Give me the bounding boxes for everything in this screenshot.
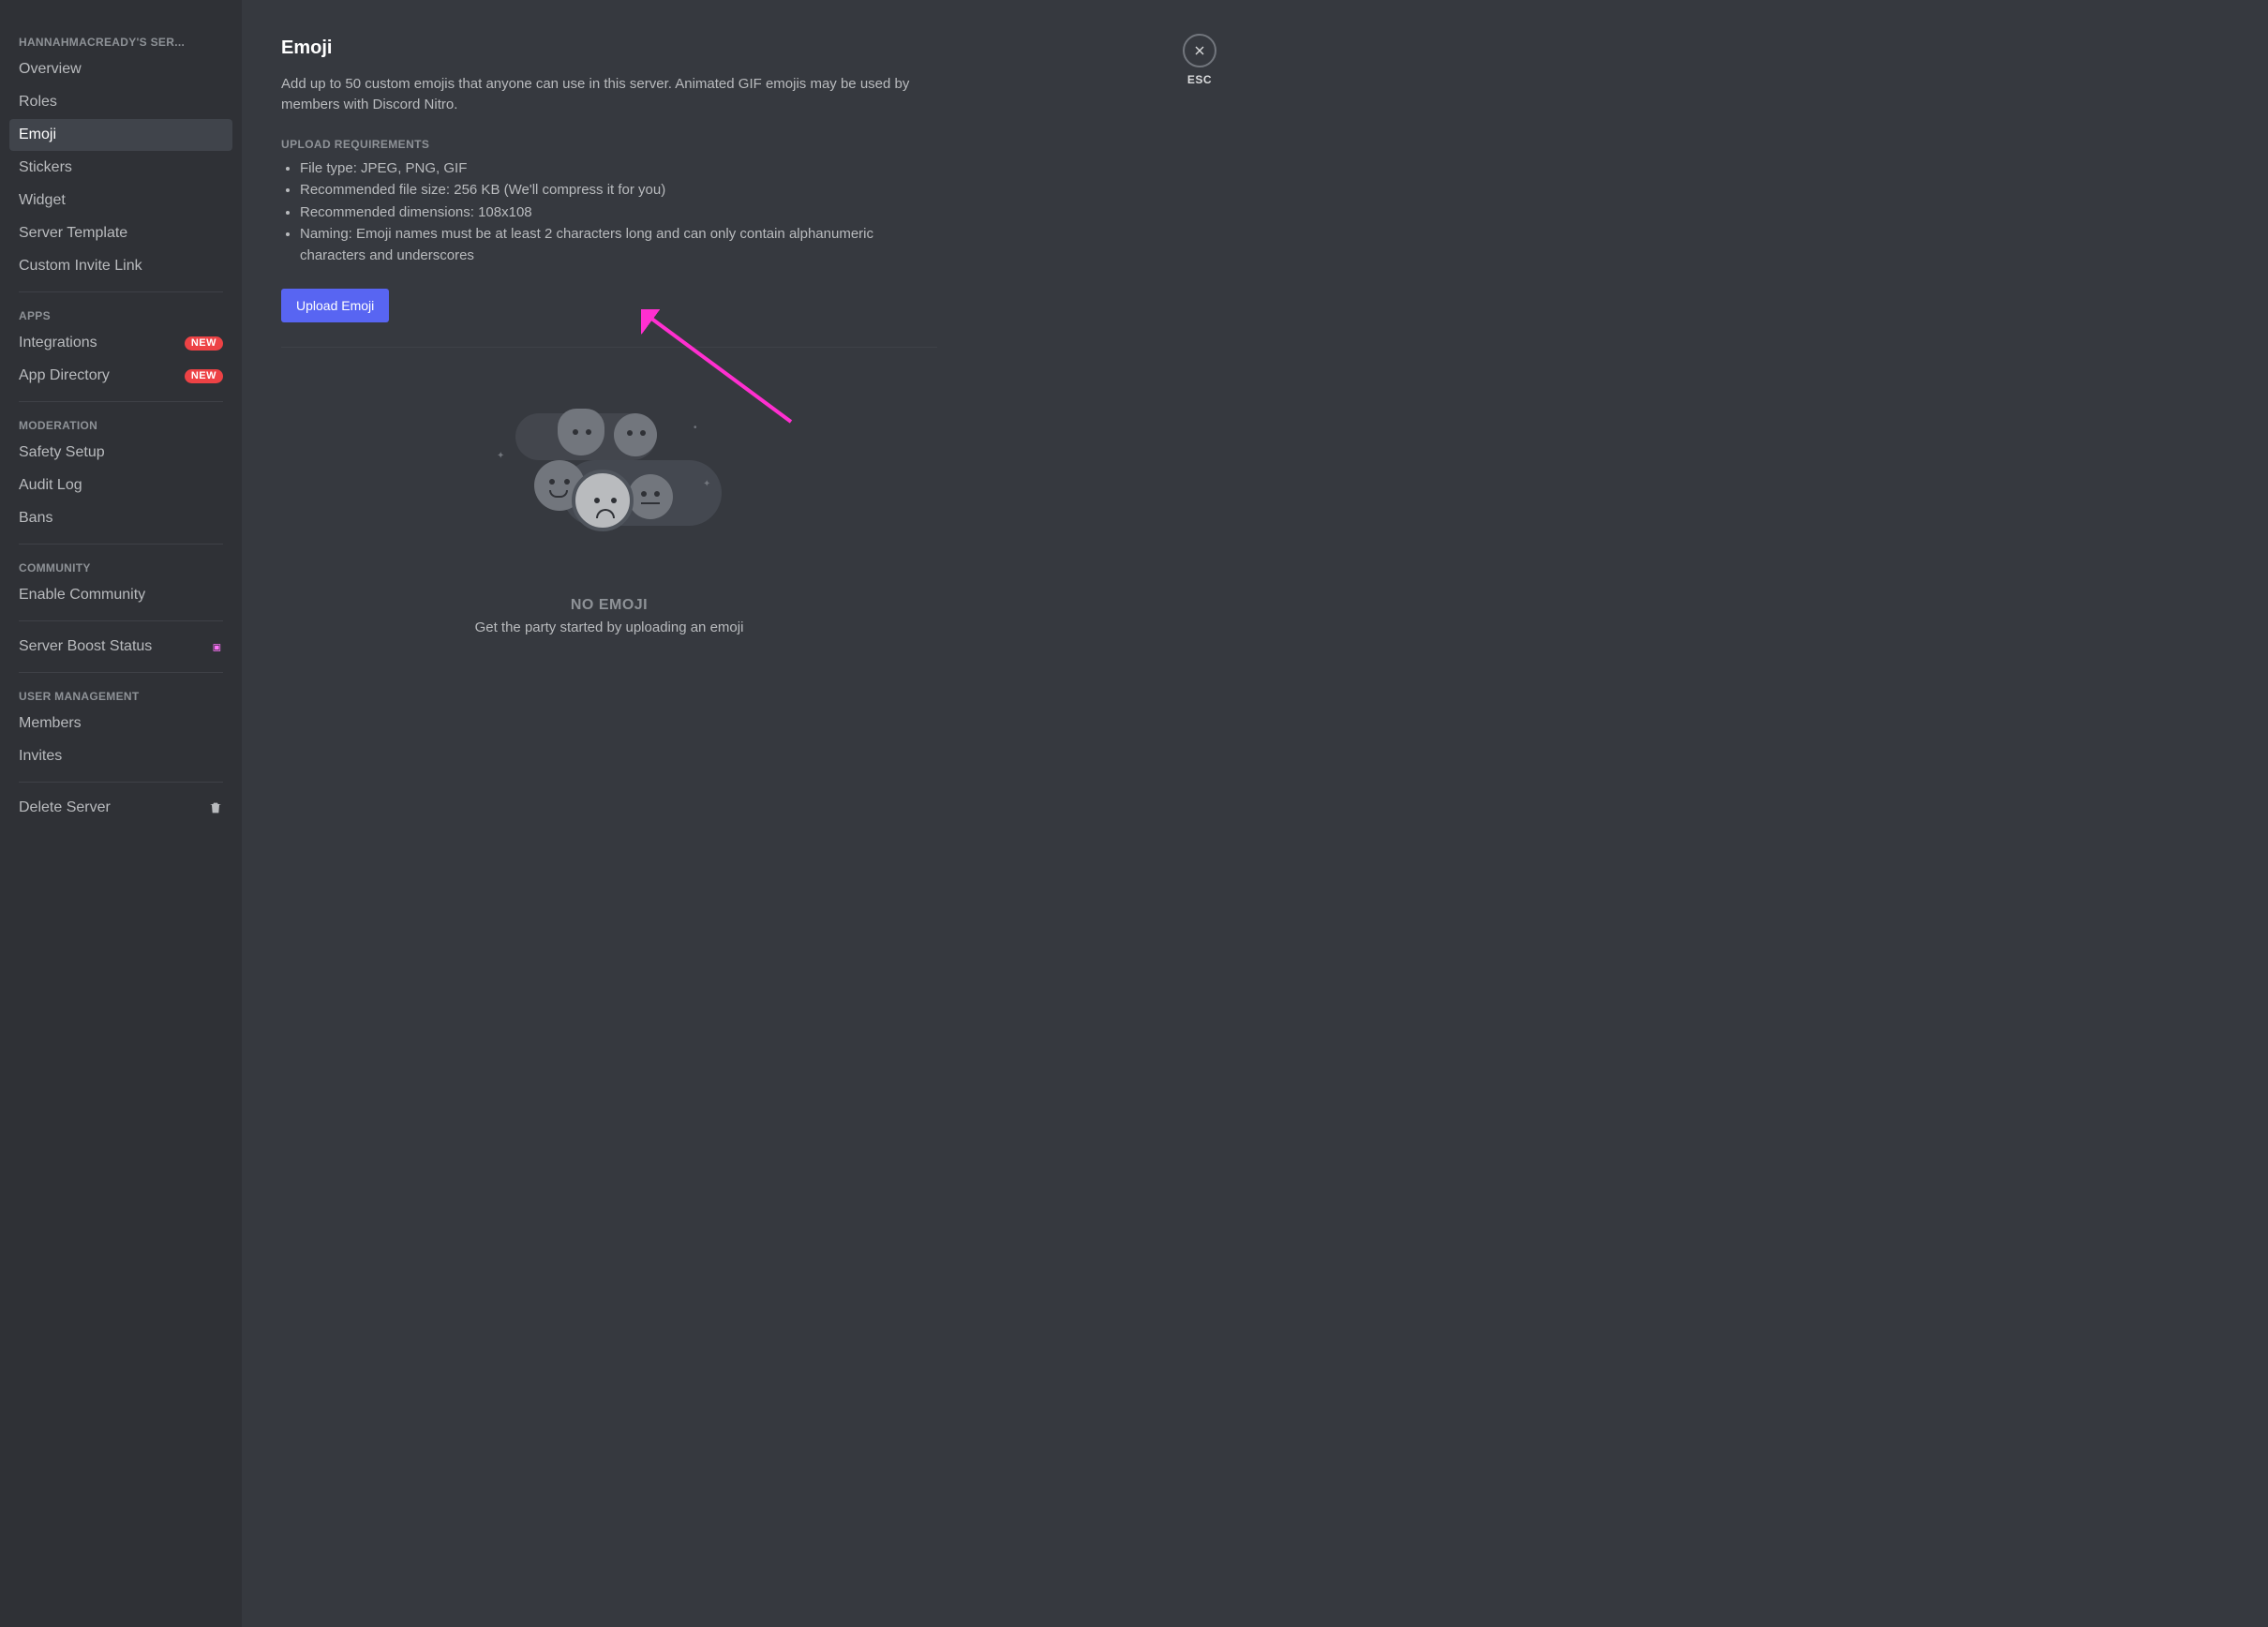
section-divider [281,347,937,348]
sidebar-divider [19,620,223,621]
sidebar-item-label: App Directory [19,366,110,385]
sidebar-item-widget[interactable]: Widget [9,185,232,216]
sidebar-group-header-community: COMMUNITY [9,554,232,578]
sidebar-item-invites[interactable]: Invites [9,740,232,772]
sidebar-item-label: Server Boost Status [19,637,152,656]
sidebar-item-label: Emoji [19,126,56,144]
sidebar-item-label: Members [19,714,82,733]
sidebar-item-delete-server[interactable]: Delete Server [9,792,232,824]
page-title: Emoji [281,37,1170,59]
sidebar-item-label: Server Template [19,224,127,243]
sidebar-item-label: Roles [19,93,57,112]
emoji-face-icon [628,474,673,519]
sidebar-group-apps: Integrations NEW App Directory NEW [9,327,232,392]
sidebar-group-header-moderation: MODERATION [9,411,232,436]
sidebar-item-emoji[interactable]: Emoji [9,119,232,151]
requirement-item: Naming: Emoji names must be at least 2 c… [300,224,937,266]
empty-state-title: NO EMOJI [571,597,648,614]
sidebar-item-server-template[interactable]: Server Template [9,217,232,249]
sidebar-item-label: Widget [19,191,66,210]
upload-requirements-list: File type: JPEG, PNG, GIF Recommended fi… [281,158,937,267]
close-label: ESC [1187,73,1212,86]
sidebar-divider [19,401,223,402]
sidebar-group-community: Enable Community [9,579,232,611]
empty-state-subtitle: Get the party started by uploading an em… [475,619,744,635]
sidebar-item-label: Integrations [19,334,97,352]
close-icon [1183,34,1216,67]
sidebar-item-label: Custom Invite Link [19,257,142,276]
sidebar-item-label: Bans [19,509,52,528]
sidebar-group-header-user-management: USER MANAGEMENT [9,682,232,707]
sidebar-item-label: Overview [19,60,82,79]
close-button[interactable]: ESC [1183,34,1216,86]
emoji-face-icon [558,409,604,455]
sidebar-item-integrations[interactable]: Integrations NEW [9,327,232,359]
sidebar-group-header-apps: APPS [9,302,232,326]
trash-icon [208,800,223,815]
app-root: HANNAHMACREADY'S SER... Overview Roles E… [0,0,2268,1627]
sidebar-item-label: Invites [19,747,62,766]
sidebar-divider [19,544,223,545]
sidebar-item-stickers[interactable]: Stickers [9,152,232,184]
sidebar-item-app-directory[interactable]: App Directory NEW [9,360,232,392]
sidebar-item-label: Enable Community [19,586,145,605]
sidebar-item-audit-log[interactable]: Audit Log [9,470,232,501]
sidebar-group-boost: Server Boost Status ◈ [9,631,232,663]
sidebar-group-user-management: Members Invites [9,708,232,772]
sidebar-item-roles[interactable]: Roles [9,86,232,118]
settings-sidebar: HANNAHMACREADY'S SER... Overview Roles E… [0,0,242,1627]
settings-content: ESC Emoji Add up to 50 custom emojis tha… [242,0,1207,1627]
sidebar-item-label: Audit Log [19,476,82,495]
requirement-item: File type: JPEG, PNG, GIF [300,158,937,180]
sidebar-item-safety-setup[interactable]: Safety Setup [9,437,232,469]
sidebar-item-bans[interactable]: Bans [9,502,232,534]
empty-state: ✦ ✦ • [281,385,937,635]
upload-requirements-header: UPLOAD REQUIREMENTS [281,138,1170,151]
emoji-face-icon [614,413,657,456]
emoji-face-icon [572,470,634,531]
sidebar-item-label: Delete Server [19,799,111,817]
sidebar-group-delete: Delete Server [9,792,232,824]
upload-emoji-button[interactable]: Upload Emoji [281,289,389,322]
page-description: Add up to 50 custom emojis that anyone c… [281,74,928,115]
sidebar-item-label: Safety Setup [19,443,105,462]
sidebar-item-overview[interactable]: Overview [9,53,232,85]
sidebar-divider [19,672,223,673]
boost-icon: ◈ [208,636,229,657]
sidebar-item-label: Stickers [19,158,72,177]
sidebar-item-members[interactable]: Members [9,708,232,739]
sidebar-group-moderation: Safety Setup Audit Log Bans [9,437,232,534]
sidebar-divider [19,291,223,292]
sidebar-item-server-boost[interactable]: Server Boost Status ◈ [9,631,232,663]
sidebar-item-custom-invite-link[interactable]: Custom Invite Link [9,250,232,282]
sidebar-server-header: HANNAHMACREADY'S SER... [9,28,232,52]
requirement-item: Recommended dimensions: 108x108 [300,202,937,224]
new-badge: NEW [185,369,223,383]
sidebar-divider [19,782,223,783]
requirement-item: Recommended file size: 256 KB (We'll com… [300,180,937,202]
new-badge: NEW [185,336,223,351]
sidebar-group-server: Overview Roles Emoji Stickers Widget Ser… [9,53,232,282]
empty-state-illustration: ✦ ✦ • [487,385,731,573]
sidebar-item-enable-community[interactable]: Enable Community [9,579,232,611]
